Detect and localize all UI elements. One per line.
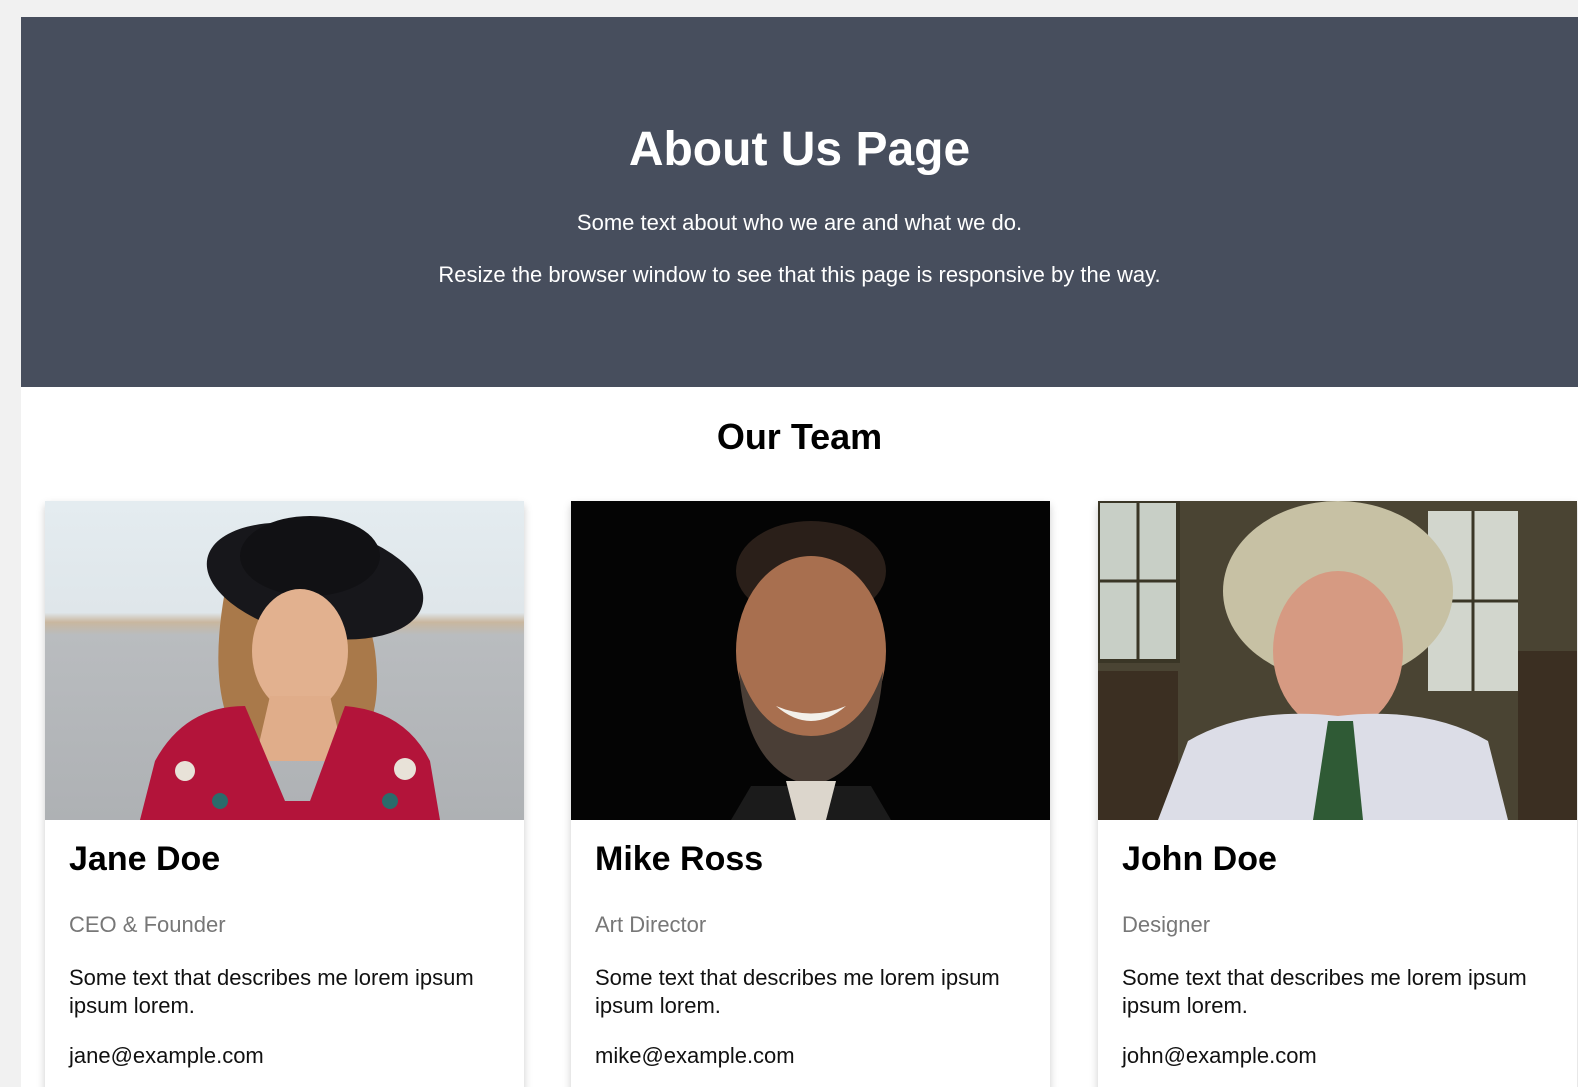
member-description: Some text that describes me lorem ipsum … (69, 965, 474, 1018)
about-hero: About Us Page Some text about who we are… (21, 17, 1578, 387)
john-photo (1098, 501, 1577, 820)
team-card-jane: Jane Doe CEO & Founder Some text that de… (45, 501, 524, 1087)
member-name: Jane Doe (69, 840, 221, 878)
page: About Us Page Some text about who we are… (21, 17, 1578, 1087)
team-card-mike: Mike Ross Art Director Some text that de… (571, 501, 1050, 1087)
member-email[interactable]: jane@example.com (69, 1042, 264, 1070)
member-name: Mike Ross (595, 840, 764, 878)
hero-intro-text: Some text about who we are and what we d… (576, 210, 1023, 235)
team-card-john: John Doe Designer Some text that describ… (1098, 501, 1577, 1087)
member-role: CEO & Founder (69, 912, 226, 937)
member-name: John Doe (1122, 840, 1277, 878)
member-description: Some text that describes me lorem ipsum … (595, 965, 1000, 1018)
member-role: Art Director (595, 912, 707, 937)
mike-photo (571, 501, 1050, 820)
member-role: Designer (1122, 912, 1211, 937)
team-heading: Our Team (716, 416, 883, 457)
jane-photo (45, 501, 524, 820)
page-title: About Us Page (628, 123, 971, 176)
hero-responsive-text: Resize the browser window to see that th… (438, 262, 1161, 287)
member-description: Some text that describes me lorem ipsum … (1122, 965, 1527, 1018)
member-email[interactable]: john@example.com (1122, 1042, 1317, 1070)
member-email[interactable]: mike@example.com (595, 1042, 795, 1070)
